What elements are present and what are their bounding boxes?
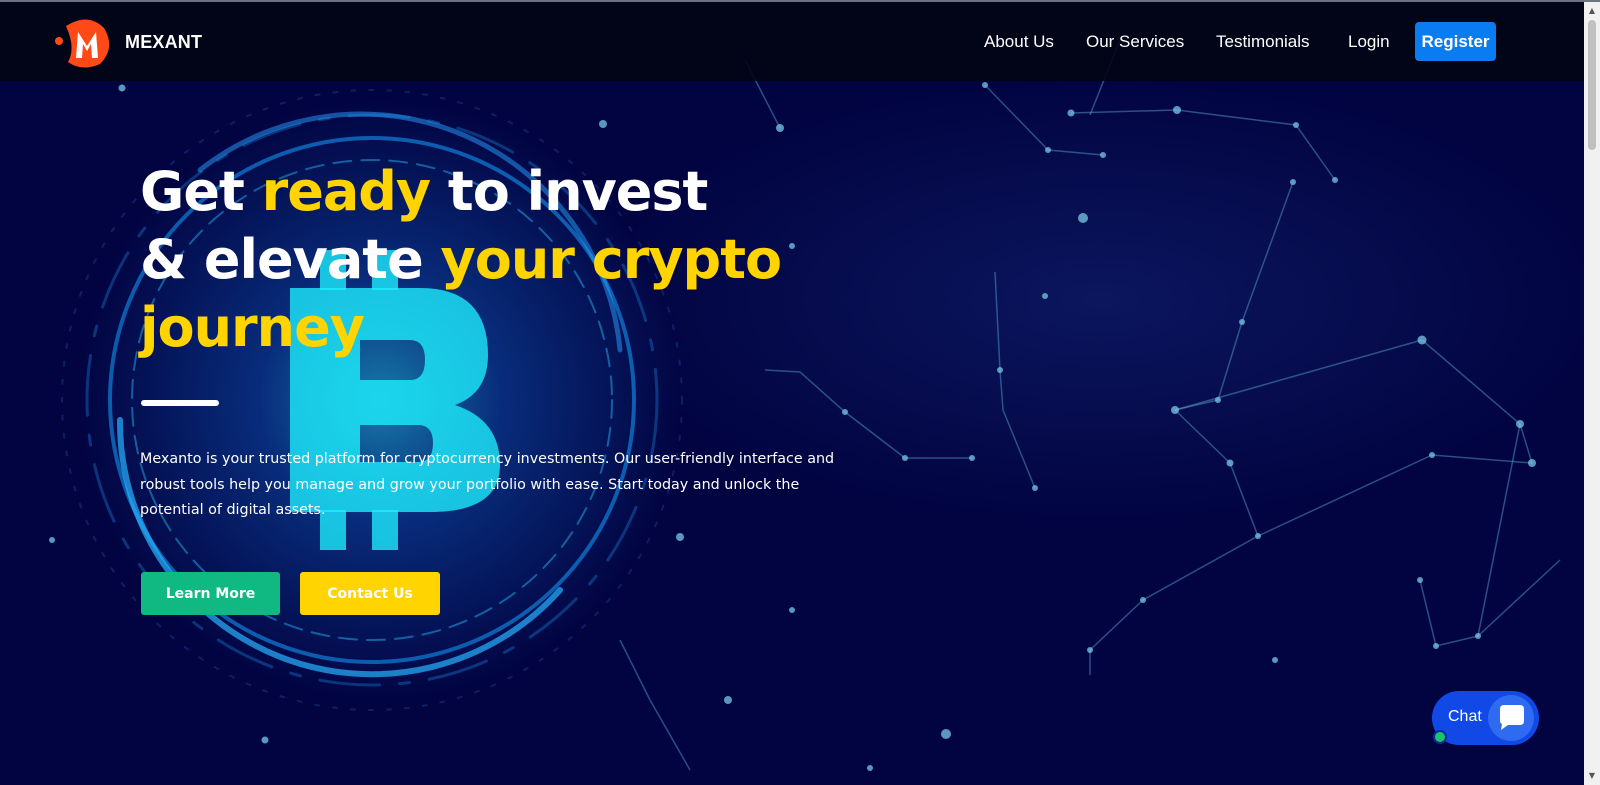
headline-highlight: ready (261, 160, 432, 223)
nav-testimonials[interactable]: Testimonials (1216, 32, 1310, 52)
headline-highlight: your crypto (440, 228, 783, 291)
nav-our-services[interactable]: Our Services (1086, 32, 1184, 52)
nav-login[interactable]: Login (1348, 32, 1390, 52)
chat-widget-button[interactable]: Chat (1432, 691, 1539, 745)
top-navbar: MEXANT About Us Our Services Testimonial… (0, 2, 1584, 81)
headline-highlight: journey (140, 296, 365, 359)
scrollbar-thumb[interactable] (1588, 20, 1596, 150)
scroll-down-arrow-icon[interactable]: ▼ (1584, 771, 1600, 781)
hero-headline: Get ready to invest & elevate your crypt… (140, 158, 840, 362)
online-status-dot (1433, 730, 1447, 744)
contact-us-button[interactable]: Contact Us (300, 572, 440, 615)
headline-divider (141, 400, 219, 406)
register-button[interactable]: Register (1415, 22, 1496, 61)
chat-label: Chat (1448, 708, 1482, 725)
chat-icon-circle (1488, 695, 1534, 741)
headline-text: to invest (430, 160, 708, 223)
mexant-logo-icon[interactable] (54, 18, 116, 68)
bitcoin-illustration (61, 89, 683, 711)
nav-about-us[interactable]: About Us (984, 32, 1054, 52)
scroll-up-arrow-icon[interactable]: ▲ (1584, 6, 1600, 16)
learn-more-button[interactable]: Learn More (141, 572, 280, 615)
hero-description: Mexanto is your trusted platform for cry… (140, 451, 835, 518)
page-scrollbar[interactable]: ▲ ▼ (1584, 2, 1600, 785)
headline-text: Get (140, 160, 262, 223)
headline-text: & elevate (140, 228, 441, 291)
chat-bubble-icon (1500, 705, 1524, 730)
brand-name[interactable]: MEXANT (125, 32, 202, 53)
